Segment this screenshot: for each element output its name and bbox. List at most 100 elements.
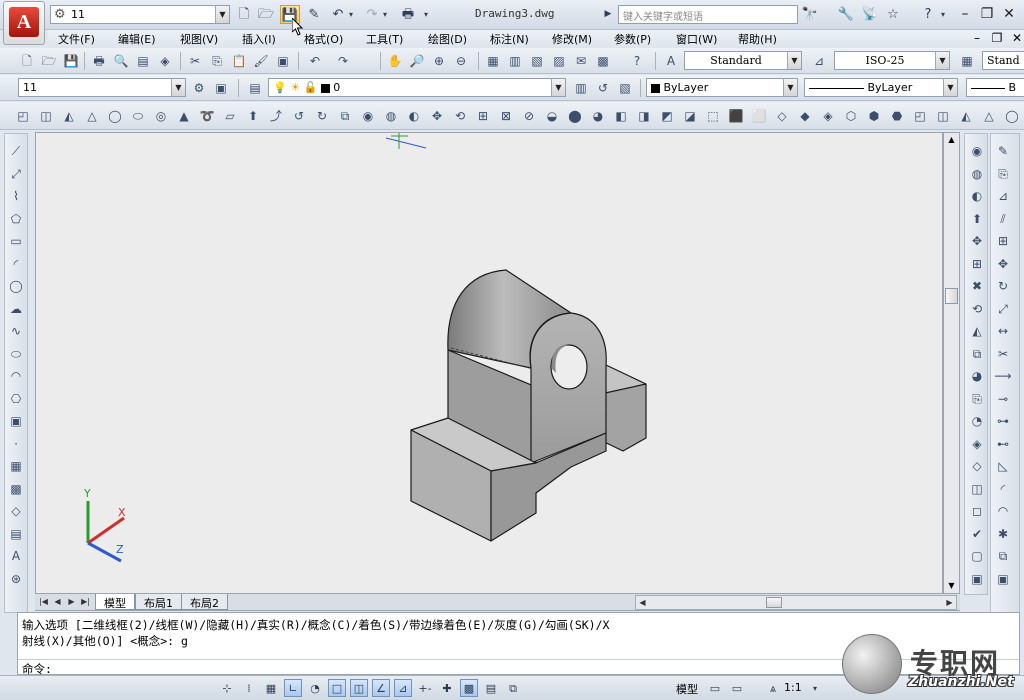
open-icon[interactable]: 🗁 (40, 52, 58, 70)
scroll-right-icon[interactable]: ▶ (943, 596, 956, 610)
point-icon[interactable]: · (7, 435, 25, 453)
ellipse-arc-icon[interactable]: ◠ (7, 367, 25, 385)
lineweight-icon[interactable]: ✚ (438, 679, 456, 697)
move-faces-icon[interactable]: ✥ (968, 232, 986, 250)
sweep-icon[interactable]: ↺ (290, 107, 308, 125)
copy-icon[interactable]: ⎘ (994, 165, 1012, 183)
cut-icon[interactable]: ✂ (186, 52, 204, 70)
model-space-label[interactable]: 模型 (676, 681, 698, 697)
delete-faces-icon[interactable]: ◆ (796, 107, 814, 125)
cylinder-icon[interactable]: ⬭ (129, 107, 147, 125)
sheet-set-icon[interactable]: ▨ (550, 52, 568, 70)
qnew-icon[interactable]: 🗋 (18, 52, 36, 70)
help-icon[interactable]: ? (918, 5, 938, 24)
preview-icon[interactable]: 🔍 (112, 52, 130, 70)
chevron-down-icon[interactable]: ▼ (943, 79, 957, 96)
scroll-left-icon[interactable]: ◀ (636, 596, 649, 610)
polar-tracking-icon[interactable]: ◔ (306, 679, 324, 697)
make-block-icon[interactable]: ▣ (7, 412, 25, 430)
object-snap-icon[interactable]: □ (328, 679, 346, 697)
chamfer-icon[interactable]: ◺ (994, 457, 1012, 475)
design-center-icon[interactable]: ▥ (506, 52, 524, 70)
zoom-window-icon[interactable]: ⊕ (430, 52, 448, 70)
array-icon[interactable]: ⊞ (994, 232, 1012, 250)
grid-display-icon[interactable]: ▦ (262, 679, 280, 697)
insert-block-icon[interactable]: ⎔ (7, 390, 25, 408)
realistic-icon[interactable]: ◧ (612, 107, 630, 125)
dynamic-input-icon[interactable]: +‑ (416, 679, 434, 697)
chevron-down-icon[interactable]: ▼ (787, 52, 801, 69)
extrude-icon[interactable]: ⬆ (244, 107, 262, 125)
imprint-icon[interactable]: ◰ (911, 107, 929, 125)
snap-mode-icon[interactable]: ⁞ (240, 679, 258, 697)
menu-draw[interactable]: 绘图(D) (428, 31, 467, 47)
scroll-down-icon[interactable]: ▼ (944, 579, 959, 593)
3d-array-icon[interactable]: ⊠ (497, 107, 515, 125)
restore-button[interactable]: ❐ (976, 4, 998, 24)
layer-isolate-icon[interactable]: ▧ (616, 79, 634, 97)
offset-icon[interactable]: ⫽ (994, 210, 1012, 228)
add-selected-icon[interactable]: ⊛ (7, 570, 25, 588)
menu-dimension[interactable]: 标注(N) (490, 31, 529, 47)
copy-icon[interactable]: ⎘ (208, 52, 226, 70)
cone-icon[interactable]: △ (83, 107, 101, 125)
sphere-icon[interactable]: ◯ (106, 107, 124, 125)
save-icon[interactable]: 💾 (62, 52, 80, 70)
polysolid-icon[interactable]: ◰ (14, 107, 32, 125)
mirror-icon[interactable]: ⊿ (994, 187, 1012, 205)
explode-icon[interactable]: ✱ (994, 525, 1012, 543)
separate-icon[interactable]: ◫ (968, 480, 986, 498)
scale-icon[interactable]: ⤢ (994, 300, 1012, 318)
menu-parametric[interactable]: 参数(P) (614, 31, 651, 47)
redo-dropdown-icon[interactable]: ▾ (380, 5, 390, 24)
3d-align-icon[interactable]: ⊞ (474, 107, 492, 125)
intersect-icon[interactable]: ◐ (405, 107, 423, 125)
menu-window[interactable]: 窗口(W) (676, 31, 717, 47)
publish-icon[interactable]: ▤ (134, 52, 152, 70)
color-edges-icon[interactable]: ◔ (968, 412, 986, 430)
hidden-icon[interactable]: ◩ (658, 107, 676, 125)
subscription-icon[interactable]: 🔧 (836, 5, 856, 24)
clean-icon[interactable]: ◫ (934, 107, 952, 125)
join-icon[interactable]: ⊷ (994, 435, 1012, 453)
chevron-down-icon[interactable]: ▼ (171, 79, 185, 96)
copy-edges-icon[interactable]: ⎘ (968, 390, 986, 408)
tab-layout2[interactable]: 布局2 (181, 594, 228, 610)
first-tab-icon[interactable]: |◀ (37, 595, 50, 609)
last-tab-icon[interactable]: ▶| (79, 595, 92, 609)
taper-faces-icon[interactable]: ◭ (968, 322, 986, 340)
selection-cycling-icon[interactable]: ⧉ (504, 679, 522, 697)
annotation-scale-value[interactable]: 1:1 (784, 681, 802, 694)
delete-faces-icon[interactable]: ✖ (968, 277, 986, 295)
prev-tab-icon[interactable]: ◀ (51, 595, 64, 609)
menu-help[interactable]: 帮助(H) (738, 31, 777, 47)
command-input[interactable] (68, 662, 768, 675)
color-combo[interactable]: ByLayer ▼ (646, 78, 798, 97)
gradient-icon[interactable]: ▩ (7, 480, 25, 498)
tab-layout1[interactable]: 布局1 (135, 594, 182, 610)
horizontal-scrollbar[interactable]: ◀ ▶ (635, 595, 957, 610)
undo-icon[interactable]: ↶ (328, 5, 348, 24)
revolve-icon[interactable]: ↻ (313, 107, 331, 125)
layer-states-manager-icon[interactable]: ⚙ (190, 79, 208, 97)
polygon-icon[interactable]: ⬠ (7, 210, 25, 228)
tool-palettes-icon[interactable]: ▧ (528, 52, 546, 70)
union-icon[interactable]: ◉ (359, 107, 377, 125)
3d-bracket-model[interactable] (410, 269, 647, 542)
application-menu-button[interactable]: A (3, 1, 45, 45)
torus-icon[interactable]: ◎ (152, 107, 170, 125)
3d-object-snap-icon[interactable]: ◫ (350, 679, 368, 697)
erase-icon[interactable]: ✎ (994, 142, 1012, 160)
spline-icon[interactable]: ∿ (7, 322, 25, 340)
communication-center-icon[interactable]: 📡 (860, 5, 880, 24)
chevron-down-icon[interactable]: ▼ (783, 79, 797, 96)
rectangle-icon[interactable]: ▭ (7, 232, 25, 250)
new-icon[interactable]: 🗋 (234, 5, 254, 24)
subtract-icon[interactable]: ◍ (968, 165, 986, 183)
arc-icon[interactable]: ◜ (7, 255, 25, 273)
fillet-icon[interactable]: ◜ (994, 480, 1012, 498)
menu-modify[interactable]: 修改(M) (552, 31, 592, 47)
chevron-down-icon[interactable]: ▼ (551, 79, 565, 96)
search-input[interactable]: 键入关键字或短语 (618, 5, 798, 24)
ellipse-icon[interactable]: ⬭ (7, 345, 25, 363)
